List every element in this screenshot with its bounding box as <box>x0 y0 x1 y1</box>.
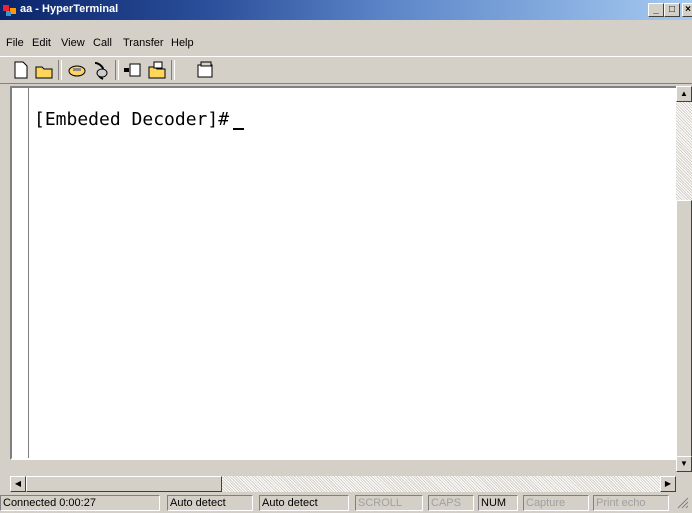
menu-file[interactable]: File <box>6 37 24 49</box>
menu-call[interactable]: Call <box>93 37 112 49</box>
status-connected: Connected 0:00:27 <box>0 495 160 511</box>
scroll-left-icon[interactable]: ◀ <box>10 476 26 492</box>
status-print-echo: Print echo <box>593 495 669 511</box>
status-detect-1: Auto detect <box>167 495 253 511</box>
minimize-button[interactable]: _ <box>648 3 664 17</box>
disconnect-icon[interactable] <box>89 59 111 81</box>
status-capture: Capture <box>523 495 589 511</box>
text-cursor <box>233 111 245 130</box>
maximize-button[interactable]: □ <box>664 3 680 17</box>
connect-icon[interactable] <box>66 59 88 81</box>
scroll-right-icon[interactable]: ▶ <box>660 476 676 492</box>
menu-help[interactable]: Help <box>171 37 194 49</box>
scroll-down-icon[interactable]: ▼ <box>676 456 692 472</box>
terminal-left-margin <box>12 88 29 458</box>
vertical-scrollbar[interactable]: ▲ ▼ <box>676 86 692 472</box>
status-num: NUM <box>478 495 518 511</box>
resize-grip-icon[interactable] <box>673 495 692 511</box>
hyperterminal-icon <box>3 5 16 16</box>
menu-bar: File Edit View Call Transfer Help <box>0 32 692 52</box>
status-detect-2: Auto detect <box>259 495 349 511</box>
terminal-output: [Embeded Decoder]# <box>34 109 245 130</box>
title-bar[interactable]: aa - HyperTerminal _ □ × <box>0 0 692 20</box>
send-icon[interactable] <box>122 59 144 81</box>
window-title: aa - HyperTerminal <box>20 3 119 15</box>
toolbar-separator <box>115 60 119 80</box>
properties-icon[interactable] <box>195 59 217 81</box>
horizontal-scrollbar[interactable]: ◀ ▶ <box>10 476 676 492</box>
horizontal-scroll-thumb[interactable] <box>26 476 222 492</box>
status-caps: CAPS <box>428 495 474 511</box>
close-button[interactable]: × <box>682 3 692 17</box>
terminal-window[interactable]: [Embeded Decoder]# <box>10 86 682 460</box>
menu-edit[interactable]: Edit <box>32 37 51 49</box>
open-icon[interactable] <box>33 59 55 81</box>
vertical-scroll-thumb[interactable] <box>676 200 692 458</box>
status-bar: Connected 0:00:27 Auto detect Auto detec… <box>0 493 692 513</box>
receive-icon[interactable] <box>146 59 168 81</box>
menu-transfer[interactable]: Transfer <box>123 37 164 49</box>
terminal-prompt: [Embeded Decoder]# <box>34 109 230 130</box>
toolbar <box>0 56 692 84</box>
toolbar-separator <box>171 60 175 80</box>
toolbar-separator <box>58 60 62 80</box>
new-icon[interactable] <box>10 59 32 81</box>
menu-view[interactable]: View <box>61 37 85 49</box>
status-scroll: SCROLL <box>355 495 423 511</box>
scroll-up-icon[interactable]: ▲ <box>676 86 692 102</box>
